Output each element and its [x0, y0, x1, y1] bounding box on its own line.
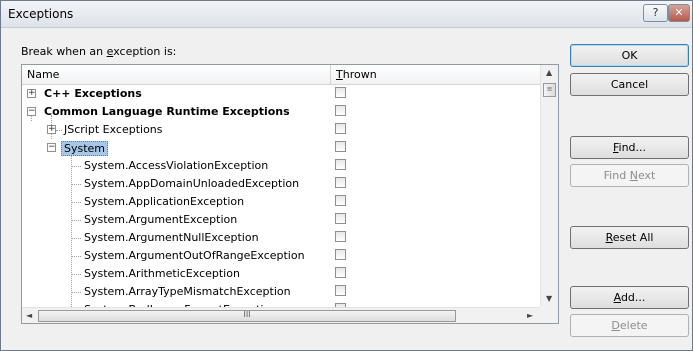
list-header: Name Thrown	[22, 65, 540, 85]
exceptions-tree-list[interactable]: Name Thrown + C++ Exceptions − Common La…	[21, 64, 559, 324]
tree-branch-line	[72, 256, 81, 257]
tree-row-clr-exceptions[interactable]: − Common Language Runtime Exceptions	[22, 103, 540, 121]
row-label: System.ArgumentOutOfRangeException	[84, 249, 305, 262]
tree-row[interactable]: System.ArgumentOutOfRangeException	[22, 247, 540, 265]
tree-branch-line	[72, 220, 81, 221]
row-label: Common Language Runtime Exceptions	[44, 105, 290, 118]
scroll-left-arrow-icon[interactable]: ◄	[26, 311, 32, 320]
expand-icon[interactable]: +	[47, 125, 56, 134]
ok-button[interactable]: OK	[570, 44, 689, 67]
expand-icon[interactable]: +	[27, 89, 36, 98]
thrown-checkbox[interactable]	[335, 213, 346, 224]
row-label: System.ArgumentNullException	[84, 231, 259, 244]
tree-rows: + C++ Exceptions − Common Language Runti…	[22, 85, 540, 316]
tree-branch-line	[72, 292, 81, 293]
tree-row[interactable]: System.ArithmeticException	[22, 265, 540, 283]
row-label: System.ArithmeticException	[84, 267, 240, 280]
help-button[interactable]: ?	[643, 4, 668, 22]
tree-row[interactable]: System.ArrayTypeMismatchException	[22, 283, 540, 301]
row-label: System.AccessViolationException	[84, 159, 269, 172]
scroll-up-arrow-icon[interactable]: ▲	[546, 68, 552, 77]
thrown-checkbox[interactable]	[335, 123, 346, 134]
collapse-icon[interactable]: −	[27, 107, 36, 116]
horizontal-scrollbar[interactable]: ◄ III ►	[22, 307, 540, 323]
find-next-button[interactable]: Find Next	[570, 164, 689, 187]
row-label: System.ArgumentException	[84, 213, 238, 226]
tree-branch-line	[72, 274, 81, 275]
horizontal-scroll-thumb[interactable]: III	[38, 310, 456, 322]
thrown-checkbox[interactable]	[335, 177, 346, 188]
scroll-right-arrow-icon[interactable]: ►	[527, 311, 533, 320]
thrown-checkbox[interactable]	[335, 105, 346, 116]
row-label: System.ApplicationException	[84, 195, 245, 208]
scrollbar-corner	[540, 307, 558, 323]
tree-row[interactable]: System.AccessViolationException	[22, 157, 540, 175]
row-label-selected: System	[61, 141, 109, 156]
thrown-checkbox[interactable]	[335, 159, 346, 170]
delete-button[interactable]: Delete	[570, 314, 689, 337]
tree-branch-line	[72, 238, 81, 239]
column-divider[interactable]	[330, 65, 331, 84]
reset-all-button[interactable]: Reset All	[570, 226, 689, 249]
thrown-checkbox[interactable]	[335, 249, 346, 260]
break-prompt-label: Break when an exception is:	[21, 45, 177, 58]
scroll-down-arrow-icon[interactable]: ▼	[546, 294, 552, 303]
tree-branch-line	[56, 130, 62, 131]
collapse-icon[interactable]: −	[47, 143, 56, 152]
thrown-checkbox[interactable]	[335, 285, 346, 296]
exceptions-dialog: Exceptions ? ✕ Break when an exception i…	[0, 0, 693, 351]
row-label: System.AppDomainUnloadedException	[84, 177, 300, 190]
tree-row[interactable]: System.ArgumentNullException	[22, 229, 540, 247]
window-title: Exceptions	[8, 7, 74, 21]
tree-row-jscript-exceptions[interactable]: + JScript Exceptions	[22, 121, 540, 139]
vertical-scroll-thumb[interactable]: ≡	[543, 83, 556, 97]
thrown-checkbox[interactable]	[335, 195, 346, 206]
close-button[interactable]: ✕	[668, 4, 690, 22]
column-header-name[interactable]: Name	[27, 68, 59, 81]
tree-row-cpp-exceptions[interactable]: + C++ Exceptions	[22, 85, 540, 103]
thrown-checkbox[interactable]	[335, 267, 346, 278]
vertical-scrollbar[interactable]: ▲ ≡ ▼	[540, 65, 558, 307]
column-header-thrown[interactable]: Thrown	[336, 68, 377, 81]
thrown-checkbox[interactable]	[335, 87, 346, 98]
find-button[interactable]: Find...	[570, 136, 689, 159]
tree-branch-line	[72, 166, 81, 167]
title-bar: Exceptions ? ✕	[1, 1, 692, 28]
tree-branch-line	[72, 202, 81, 203]
tree-row-system[interactable]: − System	[22, 139, 540, 157]
add-button[interactable]: Add...	[570, 286, 689, 309]
tree-row[interactable]: System.ArgumentException	[22, 211, 540, 229]
cancel-button[interactable]: Cancel	[570, 73, 689, 96]
row-label: C++ Exceptions	[44, 87, 142, 100]
tree-row[interactable]: System.ApplicationException	[22, 193, 540, 211]
thrown-checkbox[interactable]	[335, 141, 346, 152]
row-label: System.ArrayTypeMismatchException	[84, 285, 291, 298]
row-label: JScript Exceptions	[64, 123, 163, 136]
tree-branch-line	[72, 184, 81, 185]
thrown-checkbox[interactable]	[335, 231, 346, 242]
tree-row[interactable]: System.AppDomainUnloadedException	[22, 175, 540, 193]
